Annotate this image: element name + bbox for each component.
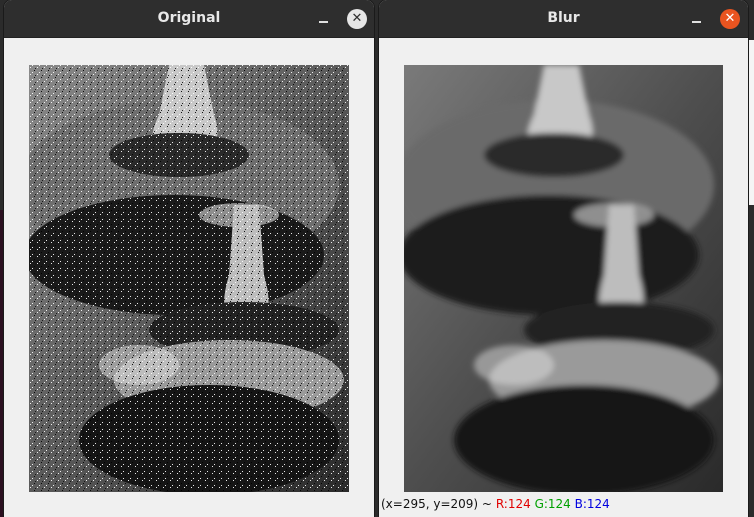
original-window: Original ✕	[4, 0, 374, 517]
blur-window: Blur ✕ (x=295, y=209) ~ R:124 G:124 B:12…	[379, 0, 748, 517]
close-icon[interactable]: ✕	[347, 9, 367, 29]
original-image	[29, 65, 349, 492]
blur-titlebar[interactable]: Blur ✕	[379, 0, 748, 38]
minimize-icon[interactable]	[687, 9, 707, 29]
background-editor	[748, 40, 754, 205]
green-value: G:124	[534, 497, 571, 511]
minimize-icon[interactable]	[314, 9, 334, 29]
red-value: R:124	[495, 497, 531, 511]
cursor-coordinates: (x=295, y=209) ~	[381, 497, 492, 511]
blue-value: B:124	[574, 497, 610, 511]
blur-image	[404, 65, 723, 492]
pixel-status-bar: (x=295, y=209) ~ R:124 G:124 B:124	[381, 497, 610, 511]
close-icon[interactable]: ✕	[720, 9, 740, 29]
original-titlebar[interactable]: Original ✕	[4, 0, 374, 38]
